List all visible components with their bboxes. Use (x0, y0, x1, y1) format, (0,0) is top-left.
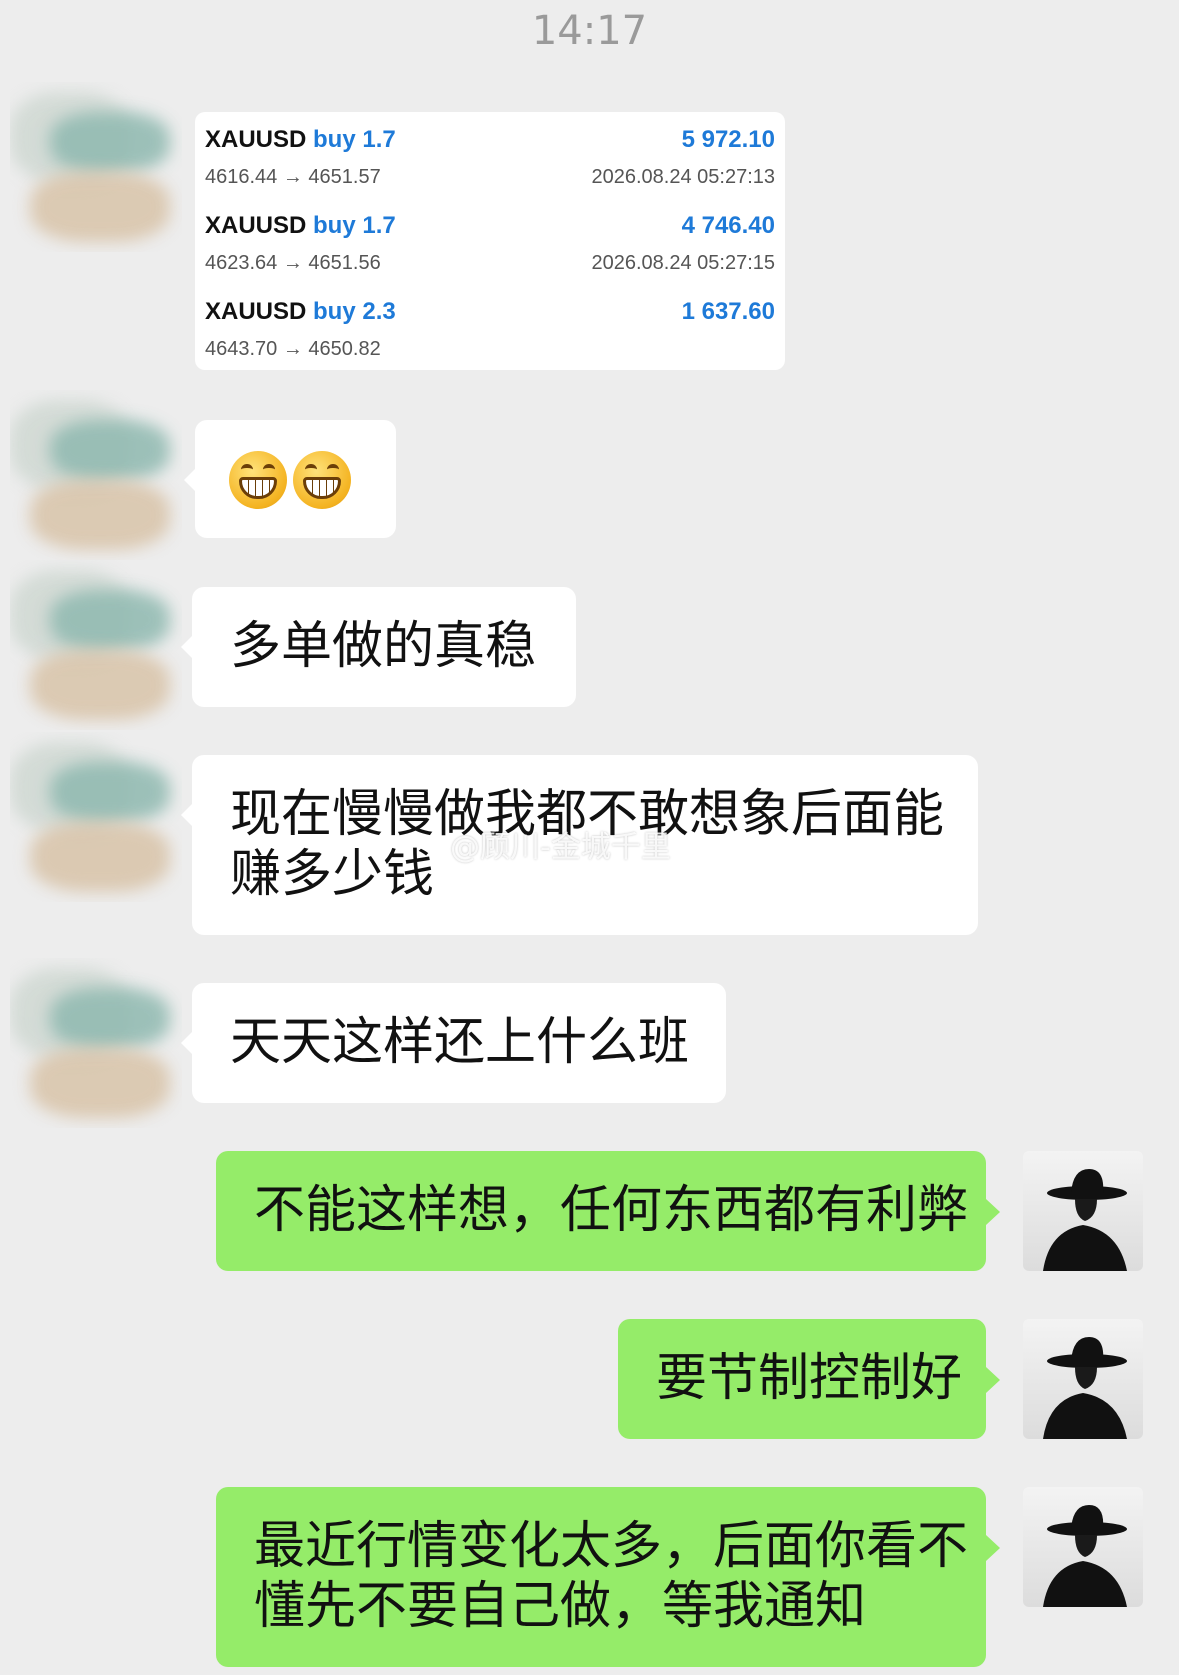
grinning-face-icon (293, 451, 351, 509)
trade-close-price: 4651.56 (308, 252, 381, 274)
hat-silhouette-icon (1043, 1505, 1127, 1607)
grinning-face-icon (229, 451, 287, 509)
contact-avatar[interactable] (10, 82, 182, 252)
trade-profit: 5 972.10 (681, 126, 775, 153)
user-avatar[interactable] (1023, 1319, 1143, 1439)
trade-open-price: 4623.64 (205, 252, 278, 274)
hat-silhouette-icon (1043, 1169, 1127, 1271)
contact-avatar[interactable] (10, 390, 182, 560)
trade-close-price: 4650.82 (308, 338, 381, 360)
hat-silhouette-icon (1043, 1337, 1127, 1439)
trade-lots: 1.7 (362, 212, 396, 239)
trade-row: XAUUSD buy 2.3 1 637.60 4643.70 → 4650.8… (205, 298, 775, 360)
message-text: 要节制控制好 (656, 1349, 963, 1408)
trade-open-price: 4643.70 (205, 338, 278, 360)
message-text: 不能这样想，任何东西都有利弊 (254, 1181, 969, 1240)
message-text: 最近行情变化太多，后面你看不 (254, 1517, 969, 1576)
contact-avatar[interactable] (10, 732, 182, 902)
trade-timestamp: 2026.08.24 05:27:15 (591, 252, 775, 274)
user-avatar[interactable] (1023, 1151, 1143, 1271)
message-bubble[interactable]: 不能这样想，任何东西都有利弊 (216, 1151, 1000, 1271)
message-bubble[interactable]: 要节制控制好 (618, 1319, 1000, 1439)
trade-direction: buy (313, 298, 356, 325)
message-text: 懂先不要自己做，等我通知 (254, 1577, 867, 1636)
watermark-text: @顾川-金城千里 (450, 830, 671, 865)
message-bubble[interactable]: 天天这样还上什么班 (181, 983, 726, 1103)
user-avatar[interactable] (1023, 1487, 1143, 1607)
trade-symbol: XAUUSD (205, 298, 307, 325)
trade-lots: 1.7 (362, 126, 396, 153)
message-bubble[interactable]: 最近行情变化太多，后面你看不 懂先不要自己做，等我通知 (216, 1487, 1000, 1667)
trade-profit: 1 637.60 (681, 298, 775, 325)
message-text: 天天这样还上什么班 (230, 1013, 690, 1072)
trade-direction: buy (313, 212, 356, 239)
trade-timestamp: 2026.08.24 05:27:13 (591, 166, 775, 188)
message-text: 多单做的真稳 (230, 617, 537, 676)
contact-avatar[interactable] (10, 958, 182, 1128)
message-bubble[interactable]: 多单做的真稳 (181, 587, 576, 707)
trade-row: XAUUSD buy 1.7 5 972.10 4616.44 → 4651.5… (205, 126, 775, 188)
trade-symbol: XAUUSD (205, 126, 307, 153)
trade-history-image[interactable]: XAUUSD buy 1.7 5 972.10 4616.44 → 4651.5… (195, 112, 785, 370)
trade-profit: 4 746.40 (681, 212, 775, 239)
trade-lots: 2.3 (362, 298, 396, 325)
contact-avatar[interactable] (10, 560, 182, 730)
status-time: 14:17 (531, 8, 648, 54)
message-bubble[interactable] (184, 420, 396, 538)
trade-direction: buy (313, 126, 356, 153)
trade-row: XAUUSD buy 1.7 4 746.40 4623.64 → 4651.5… (205, 212, 775, 274)
trade-open-price: 4616.44 (205, 166, 278, 188)
trade-close-price: 4651.57 (308, 166, 381, 188)
trade-symbol: XAUUSD (205, 212, 307, 239)
